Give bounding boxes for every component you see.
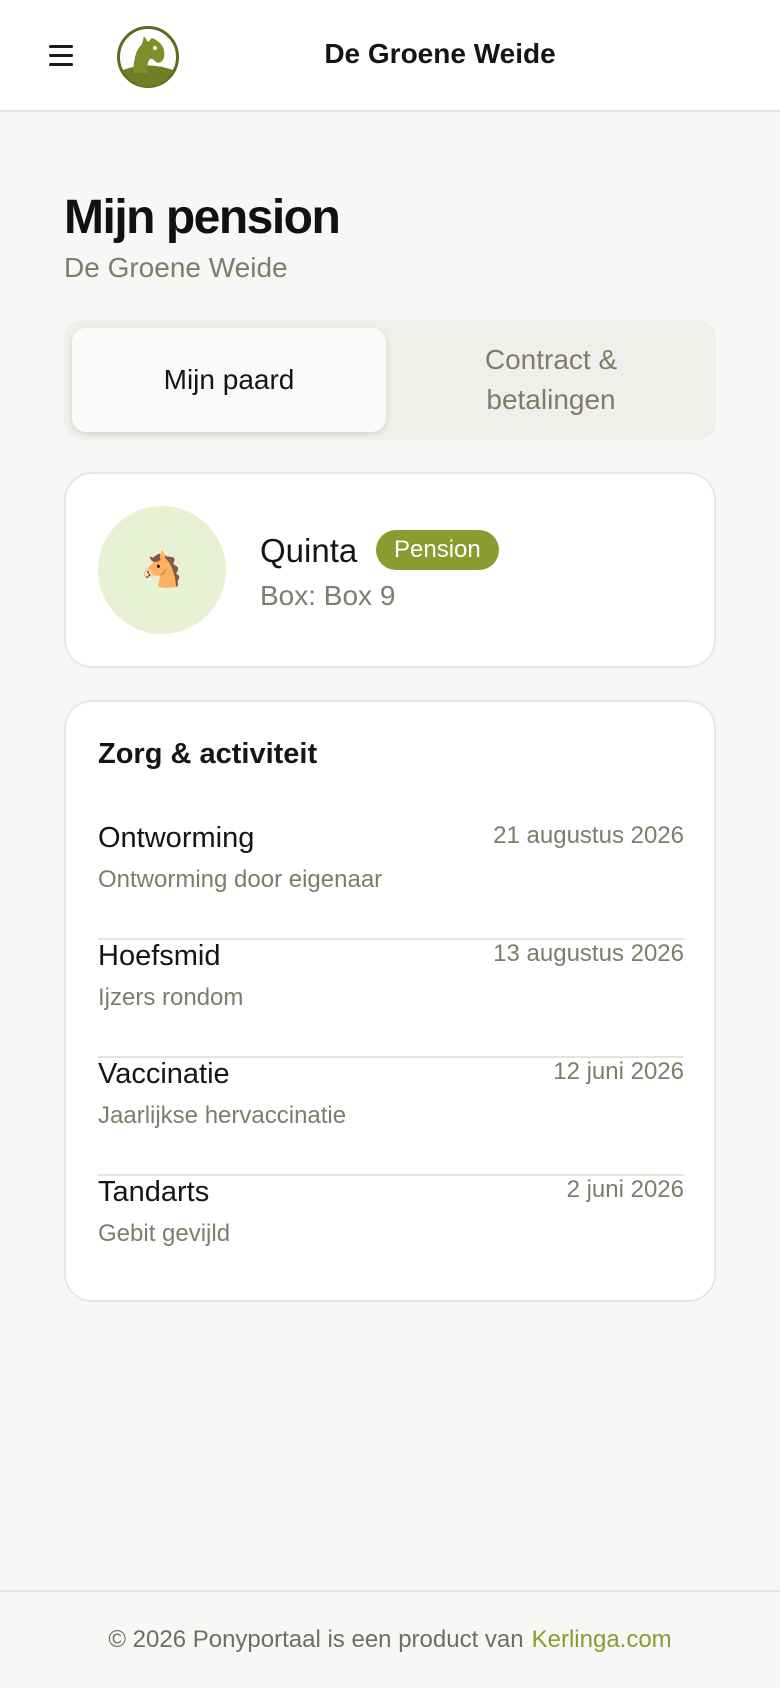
tab-bar: Mijn paard Contract & betalingen: [64, 320, 716, 440]
care-entry-note: Jaarlijkse hervaccinatie: [98, 1102, 347, 1129]
care-entry-note: Ijzers rondom: [98, 984, 244, 1011]
care-entry: Tandarts 2 juni 2026 Gebit gevijld: [98, 1176, 684, 1294]
horse-name: Quinta: [260, 532, 358, 569]
care-entry-date: 21 augustus 2026: [493, 822, 684, 849]
care-entry: Ontworming 21 augustus 2026 Ontworming d…: [98, 822, 684, 940]
top-bar: De Groene Weide: [0, 0, 780, 112]
status-badge: Pension: [376, 530, 499, 570]
care-activity-card: Zorg & activiteit Ontworming 21 augustus…: [64, 700, 716, 1302]
care-entry-note: Gebit gevijld: [98, 1220, 231, 1247]
hamburger-menu-icon[interactable]: [46, 42, 78, 70]
care-entry-name: Vaccinatie: [98, 1058, 230, 1090]
horse-card: 🐴 Quinta Pension Box: Box 9: [64, 472, 716, 668]
tab-contract-betalingen-label: Contract & betalingen: [484, 344, 618, 415]
care-entry-name: Tandarts: [98, 1176, 210, 1208]
page-subtitle: De Groene Weide: [64, 252, 288, 283]
care-entry: Vaccinatie 12 juni 2026 Jaarlijkse herva…: [98, 1058, 684, 1176]
footer: © 2026 Ponyportaal is een product van Ke…: [0, 1590, 780, 1688]
care-entry-date: 12 juni 2026: [553, 1058, 684, 1085]
care-entry-note: Ontworming door eigenaar: [98, 866, 383, 893]
footer-link[interactable]: Kerlinga.com: [532, 1626, 672, 1654]
page-title: Mijn pension: [64, 191, 341, 244]
care-entry-date: 2 juni 2026: [566, 1176, 684, 1203]
footer-text: © 2026 Ponyportaal is een product van: [108, 1626, 524, 1653]
care-entry-name: Hoefsmid: [98, 940, 221, 972]
care-title: Zorg & activiteit: [98, 738, 318, 770]
tab-mijn-paard[interactable]: Mijn paard: [72, 328, 386, 432]
horse-avatar: 🐴: [98, 506, 226, 634]
care-entry-date: 13 augustus 2026: [493, 940, 684, 967]
care-entry: Hoefsmid 13 augustus 2026 Ijzers rondom: [98, 940, 684, 1058]
horse-box: Box: Box 9: [260, 580, 396, 611]
app-title: De Groene Weide: [324, 38, 556, 69]
horse-head-logo[interactable]: [117, 26, 179, 88]
tab-contract-betalingen[interactable]: Contract & betalingen: [394, 328, 708, 432]
care-entry-name: Ontworming: [98, 822, 255, 854]
